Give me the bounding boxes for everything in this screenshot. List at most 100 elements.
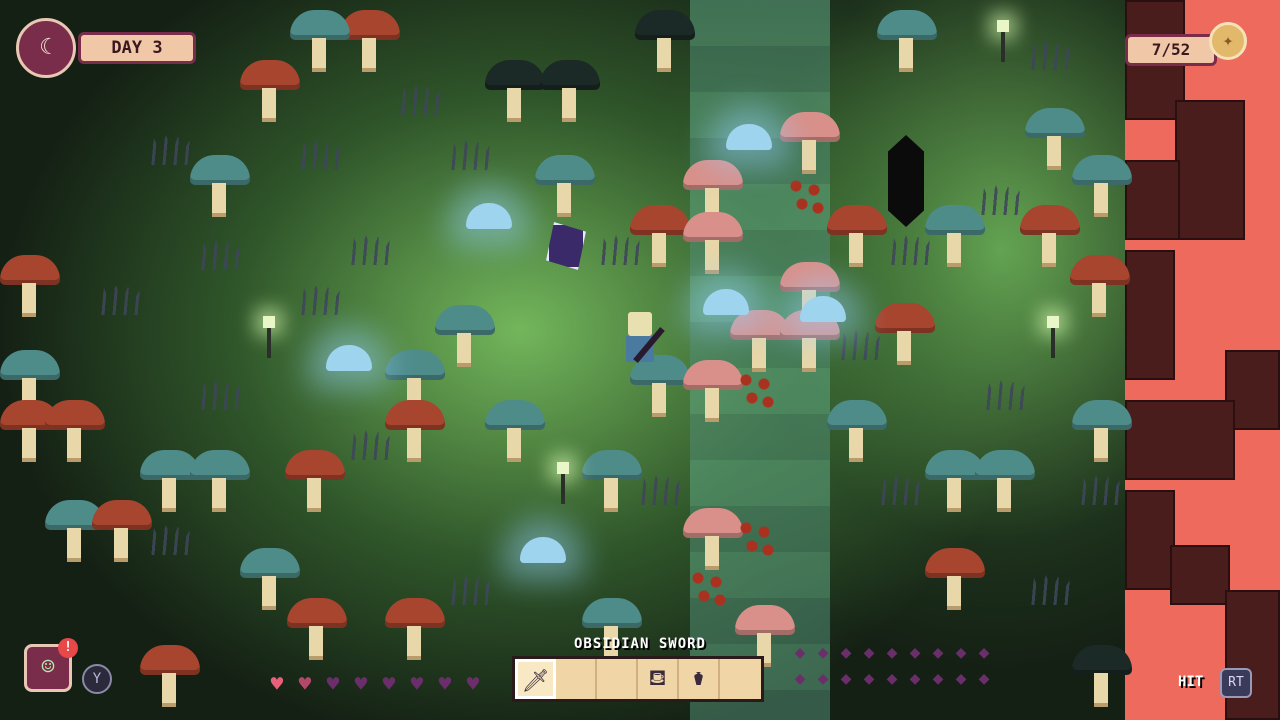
glow-jelly[interactable] — [326, 345, 372, 371]
teal-mushroom[interactable] — [190, 155, 250, 219]
glow-lamp[interactable] — [990, 20, 1016, 66]
hotbar-slot-1[interactable]: 🗡 — [515, 659, 556, 699]
y-button-icon[interactable]: Y — [82, 664, 112, 694]
red-mushroom[interactable] — [385, 598, 445, 662]
grass-tuft — [150, 525, 190, 555]
berry-bush[interactable] — [788, 178, 826, 218]
teal-mushroom[interactable] — [827, 400, 887, 464]
alert-badge: ! — [58, 638, 78, 658]
grass-tuft — [300, 285, 340, 315]
lantern-icon: ⚱ — [691, 666, 706, 691]
energy-drop-icon: ◆ — [886, 642, 898, 663]
red-mushroom[interactable] — [1070, 255, 1130, 319]
red-mushroom[interactable] — [827, 205, 887, 269]
hotbar[interactable]: 🗡 ⛾ ⚱ — [512, 656, 764, 702]
teal-mushroom[interactable] — [582, 450, 642, 514]
grass-tuft — [880, 475, 920, 505]
hit-label: HIT — [1178, 674, 1204, 690]
red-mushroom[interactable] — [0, 255, 60, 319]
red-mushroom[interactable] — [285, 450, 345, 514]
berry-bush[interactable] — [738, 372, 776, 412]
teal-mushroom[interactable] — [582, 598, 642, 662]
teal-mushroom[interactable] — [1072, 400, 1132, 464]
grass-tuft — [1030, 575, 1070, 605]
grass-tuft — [640, 475, 680, 505]
grass-tuft — [350, 430, 390, 460]
red-mushroom[interactable] — [630, 205, 690, 269]
hotbar-slot-6[interactable] — [720, 659, 761, 699]
health-bar: ♥ ♥ ♥ ♥ ♥ ♥ ♥ ♥ — [266, 673, 490, 695]
energy-drop-icon: ◆ — [840, 668, 852, 689]
game-world[interactable] — [0, 0, 1280, 720]
berry-bush[interactable] — [690, 570, 728, 610]
hotbar-slot-5[interactable]: ⚱ — [679, 659, 720, 699]
glow-jelly[interactable] — [520, 537, 566, 563]
medal-icon: ✦ — [1209, 22, 1247, 60]
day-label: DAY 3 — [78, 32, 196, 64]
selected-item-name: OBSIDIAN SWORD — [573, 636, 706, 652]
energy-drop-icon: ◆ — [978, 668, 990, 689]
red-mushroom[interactable] — [92, 500, 152, 564]
glow-lamp[interactable] — [1040, 316, 1066, 362]
energy-drop-icon: ◆ — [909, 642, 921, 663]
dark-mushroom[interactable] — [485, 60, 545, 124]
day-indicator: ☾ DAY 3 — [16, 18, 196, 78]
grass-tuft — [1030, 40, 1070, 70]
grass-tuft — [980, 185, 1020, 215]
grass-tuft — [400, 85, 440, 115]
grass-tuft — [200, 240, 240, 270]
grass-tuft — [890, 235, 930, 265]
glow-lamp[interactable] — [550, 462, 576, 508]
teal-mushroom[interactable] — [485, 400, 545, 464]
heart-icon: ♥ — [438, 672, 452, 696]
rt-button-icon[interactable]: RT — [1220, 668, 1252, 698]
pink-tree[interactable] — [780, 112, 840, 176]
pink-tree[interactable] — [683, 508, 743, 572]
teal-mushroom[interactable] — [290, 10, 350, 74]
dark-mushroom[interactable] — [1072, 645, 1132, 709]
heart-icon: ♥ — [354, 672, 368, 696]
grass-tuft — [450, 140, 490, 170]
red-mushroom[interactable] — [140, 645, 200, 709]
hotbar-slot-3[interactable] — [597, 659, 638, 699]
red-mushroom[interactable] — [875, 303, 935, 367]
moon-clock-icon: ☾ — [16, 18, 76, 78]
pink-tree[interactable] — [683, 360, 743, 424]
dark-mushroom[interactable] — [540, 60, 600, 124]
grass-tuft — [985, 380, 1025, 410]
watering-can-icon: ⛾ — [648, 666, 667, 691]
journal-shortcut[interactable]: ☺ ! Y — [24, 638, 124, 696]
collection-count: 7/52 — [1125, 34, 1217, 66]
red-mushroom[interactable] — [385, 400, 445, 464]
hotbar-slot-4[interactable]: ⛾ — [638, 659, 679, 699]
pink-tree[interactable] — [683, 212, 743, 276]
energy-drop-icon: ◆ — [909, 668, 921, 689]
energy-drop-icon: ◆ — [955, 642, 967, 663]
glow-lamp[interactable] — [256, 316, 282, 362]
hit-prompt: HIT RT — [1178, 668, 1270, 698]
teal-mushroom[interactable] — [1072, 155, 1132, 219]
teal-mushroom[interactable] — [925, 205, 985, 269]
energy-drop-icon: ◆ — [932, 642, 944, 663]
obsidian-obelisk[interactable] — [888, 135, 924, 227]
energy-drop-icon: ◆ — [955, 668, 967, 689]
teal-mushroom[interactable] — [877, 10, 937, 74]
energy-drop-icon: ◆ — [794, 642, 806, 663]
sword-icon: 🗡 — [521, 669, 550, 694]
grass-tuft — [150, 135, 190, 165]
dark-mushroom[interactable] — [635, 10, 695, 74]
teal-mushroom[interactable] — [535, 155, 595, 219]
teal-mushroom[interactable] — [975, 450, 1035, 514]
red-mushroom[interactable] — [925, 548, 985, 612]
red-mushroom[interactable] — [287, 598, 347, 662]
teal-mushroom[interactable] — [190, 450, 250, 514]
heart-icon: ♥ — [270, 672, 284, 696]
energy-drop-icon: ◆ — [817, 668, 829, 689]
red-mushroom[interactable] — [45, 400, 105, 464]
dark-crystal-enemy[interactable] — [546, 222, 586, 270]
grass-tuft — [450, 575, 490, 605]
energy-drop-icon: ◆ — [794, 668, 806, 689]
glow-jelly[interactable] — [466, 203, 512, 229]
hotbar-slot-2[interactable] — [556, 659, 597, 699]
berry-bush[interactable] — [738, 520, 776, 560]
